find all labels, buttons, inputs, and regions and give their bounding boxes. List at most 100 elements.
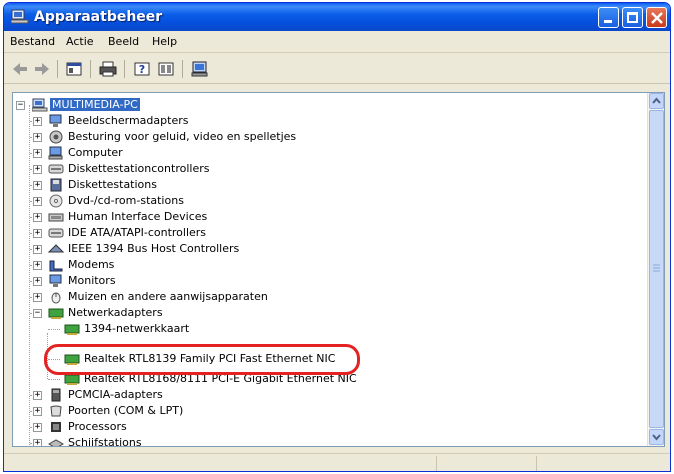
expand-icon[interactable]: + <box>33 423 42 432</box>
collapse-icon[interactable]: − <box>16 101 25 110</box>
expand-icon[interactable]: + <box>33 407 42 416</box>
expand-icon[interactable]: + <box>33 133 42 142</box>
highlight-ring <box>44 344 360 375</box>
tree-item-muizen[interactable]: + Muizen en andere aanwijsapparaten <box>13 289 643 305</box>
expand-icon[interactable]: + <box>33 197 42 206</box>
toolbar: ? <box>4 54 670 84</box>
device-tree: − MULTIMEDIA-PC + Beeldschermadapters + <box>13 93 648 446</box>
tree-item-computer[interactable]: + Computer <box>13 145 643 161</box>
computer-icon <box>48 146 63 160</box>
expand-icon[interactable]: + <box>33 293 42 302</box>
view-icon[interactable] <box>156 60 176 78</box>
scan-icon[interactable] <box>190 60 210 78</box>
chevron-up-icon <box>652 97 661 104</box>
tree-item-diskettestationcontrollers[interactable]: + Diskettestationcontrollers <box>13 161 643 177</box>
monitor-icon <box>49 114 62 127</box>
expand-icon[interactable]: + <box>33 181 42 190</box>
title-bar[interactable]: Apparaatbeheer <box>4 3 670 31</box>
scroll-down-button[interactable] <box>649 429 664 445</box>
menu-beeld[interactable]: Beeld <box>108 35 139 48</box>
tree-item-label: Processors <box>68 420 127 433</box>
device-manager-icon <box>11 9 29 24</box>
tree-child-1394-netwerkkaart[interactable]: 1394-netwerkkaart <box>13 321 643 337</box>
tree-item-dvd-cd-rom[interactable]: + Dvd-/cd-rom-stations <box>13 193 643 209</box>
tree-item-label: Dvd-/cd-rom-stations <box>68 194 184 207</box>
close-button[interactable] <box>646 7 667 28</box>
expand-icon[interactable]: + <box>33 117 42 126</box>
tree-item-ieee1394[interactable]: + IEEE 1394 Bus Host Controllers <box>13 241 643 257</box>
hid-icon <box>48 213 64 222</box>
expand-icon[interactable]: + <box>33 149 42 158</box>
vertical-scrollbar[interactable] <box>647 93 664 446</box>
tree-item-label: Besturing voor geluid, video en spelletj… <box>68 130 297 143</box>
tree-item-schijfstations[interactable]: + Schijfstations <box>13 435 643 446</box>
tree-item-poorten[interactable]: + Poorten (COM & LPT) <box>13 403 643 419</box>
tree-item-diskettestations[interactable]: + Diskettestations <box>13 177 643 193</box>
speaker-icon <box>49 130 63 144</box>
tree-root-label: MULTIMEDIA-PC <box>50 98 140 111</box>
expand-icon[interactable]: + <box>33 277 42 286</box>
scroll-up-button[interactable] <box>649 93 664 109</box>
grip-icon <box>653 264 660 272</box>
properties-icon[interactable] <box>64 60 84 78</box>
svg-text:?: ? <box>139 63 145 76</box>
status-pane <box>536 456 666 471</box>
tree-item-label: Diskettestationcontrollers <box>68 162 210 175</box>
firewire-icon <box>48 244 64 253</box>
scroll-thumb[interactable] <box>649 110 664 428</box>
tree-item-hid[interactable]: + Human Interface Devices <box>13 209 643 225</box>
maximize-button[interactable] <box>622 7 643 28</box>
pcmcia-icon <box>51 388 61 402</box>
tree-child-label: 1394-netwerkkaart <box>84 322 190 335</box>
status-bar <box>4 453 670 471</box>
tree-item-label: PCMCIA-adapters <box>68 388 163 401</box>
cdrom-icon <box>49 194 63 208</box>
forward-icon[interactable] <box>32 60 52 78</box>
tree-item-label: Human Interface Devices <box>68 210 208 223</box>
menu-help[interactable]: Help <box>152 35 177 48</box>
tree-item-label: Modems <box>68 258 115 271</box>
tree-item-label: Beeldschermadapters <box>68 114 189 127</box>
device-tree-pane: − MULTIMEDIA-PC + Beeldschermadapters + <box>12 92 665 447</box>
ide-icon <box>48 228 64 238</box>
tree-item-label: Monitors <box>68 274 116 287</box>
expand-icon[interactable]: + <box>33 261 42 270</box>
tree-item-monitors[interactable]: + Monitors <box>13 273 643 289</box>
tree-item-beeldschermadapters[interactable]: + Beeldschermadapters <box>13 113 643 129</box>
collapse-icon[interactable]: − <box>33 309 42 318</box>
tree-item-besturing[interactable]: + Besturing voor geluid, video en spelle… <box>13 129 643 145</box>
disk-controller-icon <box>48 164 64 174</box>
back-icon[interactable] <box>10 60 30 78</box>
expand-icon[interactable]: + <box>33 391 42 400</box>
disk-drive-icon <box>48 439 64 446</box>
tree-item-label: IEEE 1394 Bus Host Controllers <box>68 242 240 255</box>
tree-item-ide[interactable]: + IDE ATA/ATAPI-controllers <box>13 225 643 241</box>
tree-item-modems[interactable]: + Modems <box>13 257 643 273</box>
tree-item-label: Muizen en andere aanwijsapparaten <box>68 290 268 303</box>
expand-icon[interactable]: + <box>33 229 42 238</box>
status-pane <box>436 456 536 471</box>
network-card-icon <box>64 324 80 335</box>
menu-bestand[interactable]: Bestand <box>10 35 55 48</box>
expand-icon[interactable]: + <box>33 165 42 174</box>
expand-icon[interactable]: + <box>33 213 42 222</box>
help-icon[interactable]: ? <box>132 60 152 78</box>
tree-item-label: Poorten (COM & LPT) <box>68 404 184 417</box>
tree-item-label: Diskettestations <box>68 178 157 191</box>
menu-actie[interactable]: Actie <box>66 35 94 48</box>
tree-item-processors[interactable]: + Processors <box>13 419 643 435</box>
minimize-button[interactable] <box>598 7 619 28</box>
monitor-icon <box>49 274 62 287</box>
processor-icon <box>51 422 61 432</box>
window-title: Apparaatbeheer <box>34 9 163 25</box>
floppy-icon <box>50 178 62 192</box>
tree-root[interactable]: − MULTIMEDIA-PC <box>13 97 643 113</box>
port-icon <box>50 405 62 417</box>
expand-icon[interactable]: + <box>33 245 42 254</box>
print-icon[interactable] <box>98 60 118 78</box>
tree-item-netwerkadapters[interactable]: − Netwerkadapters <box>13 305 643 321</box>
computer-icon <box>32 98 48 112</box>
tree-item-pcmcia[interactable]: + PCMCIA-adapters <box>13 387 643 403</box>
tree-item-label: Computer <box>68 146 123 159</box>
expand-icon[interactable]: + <box>33 439 42 446</box>
